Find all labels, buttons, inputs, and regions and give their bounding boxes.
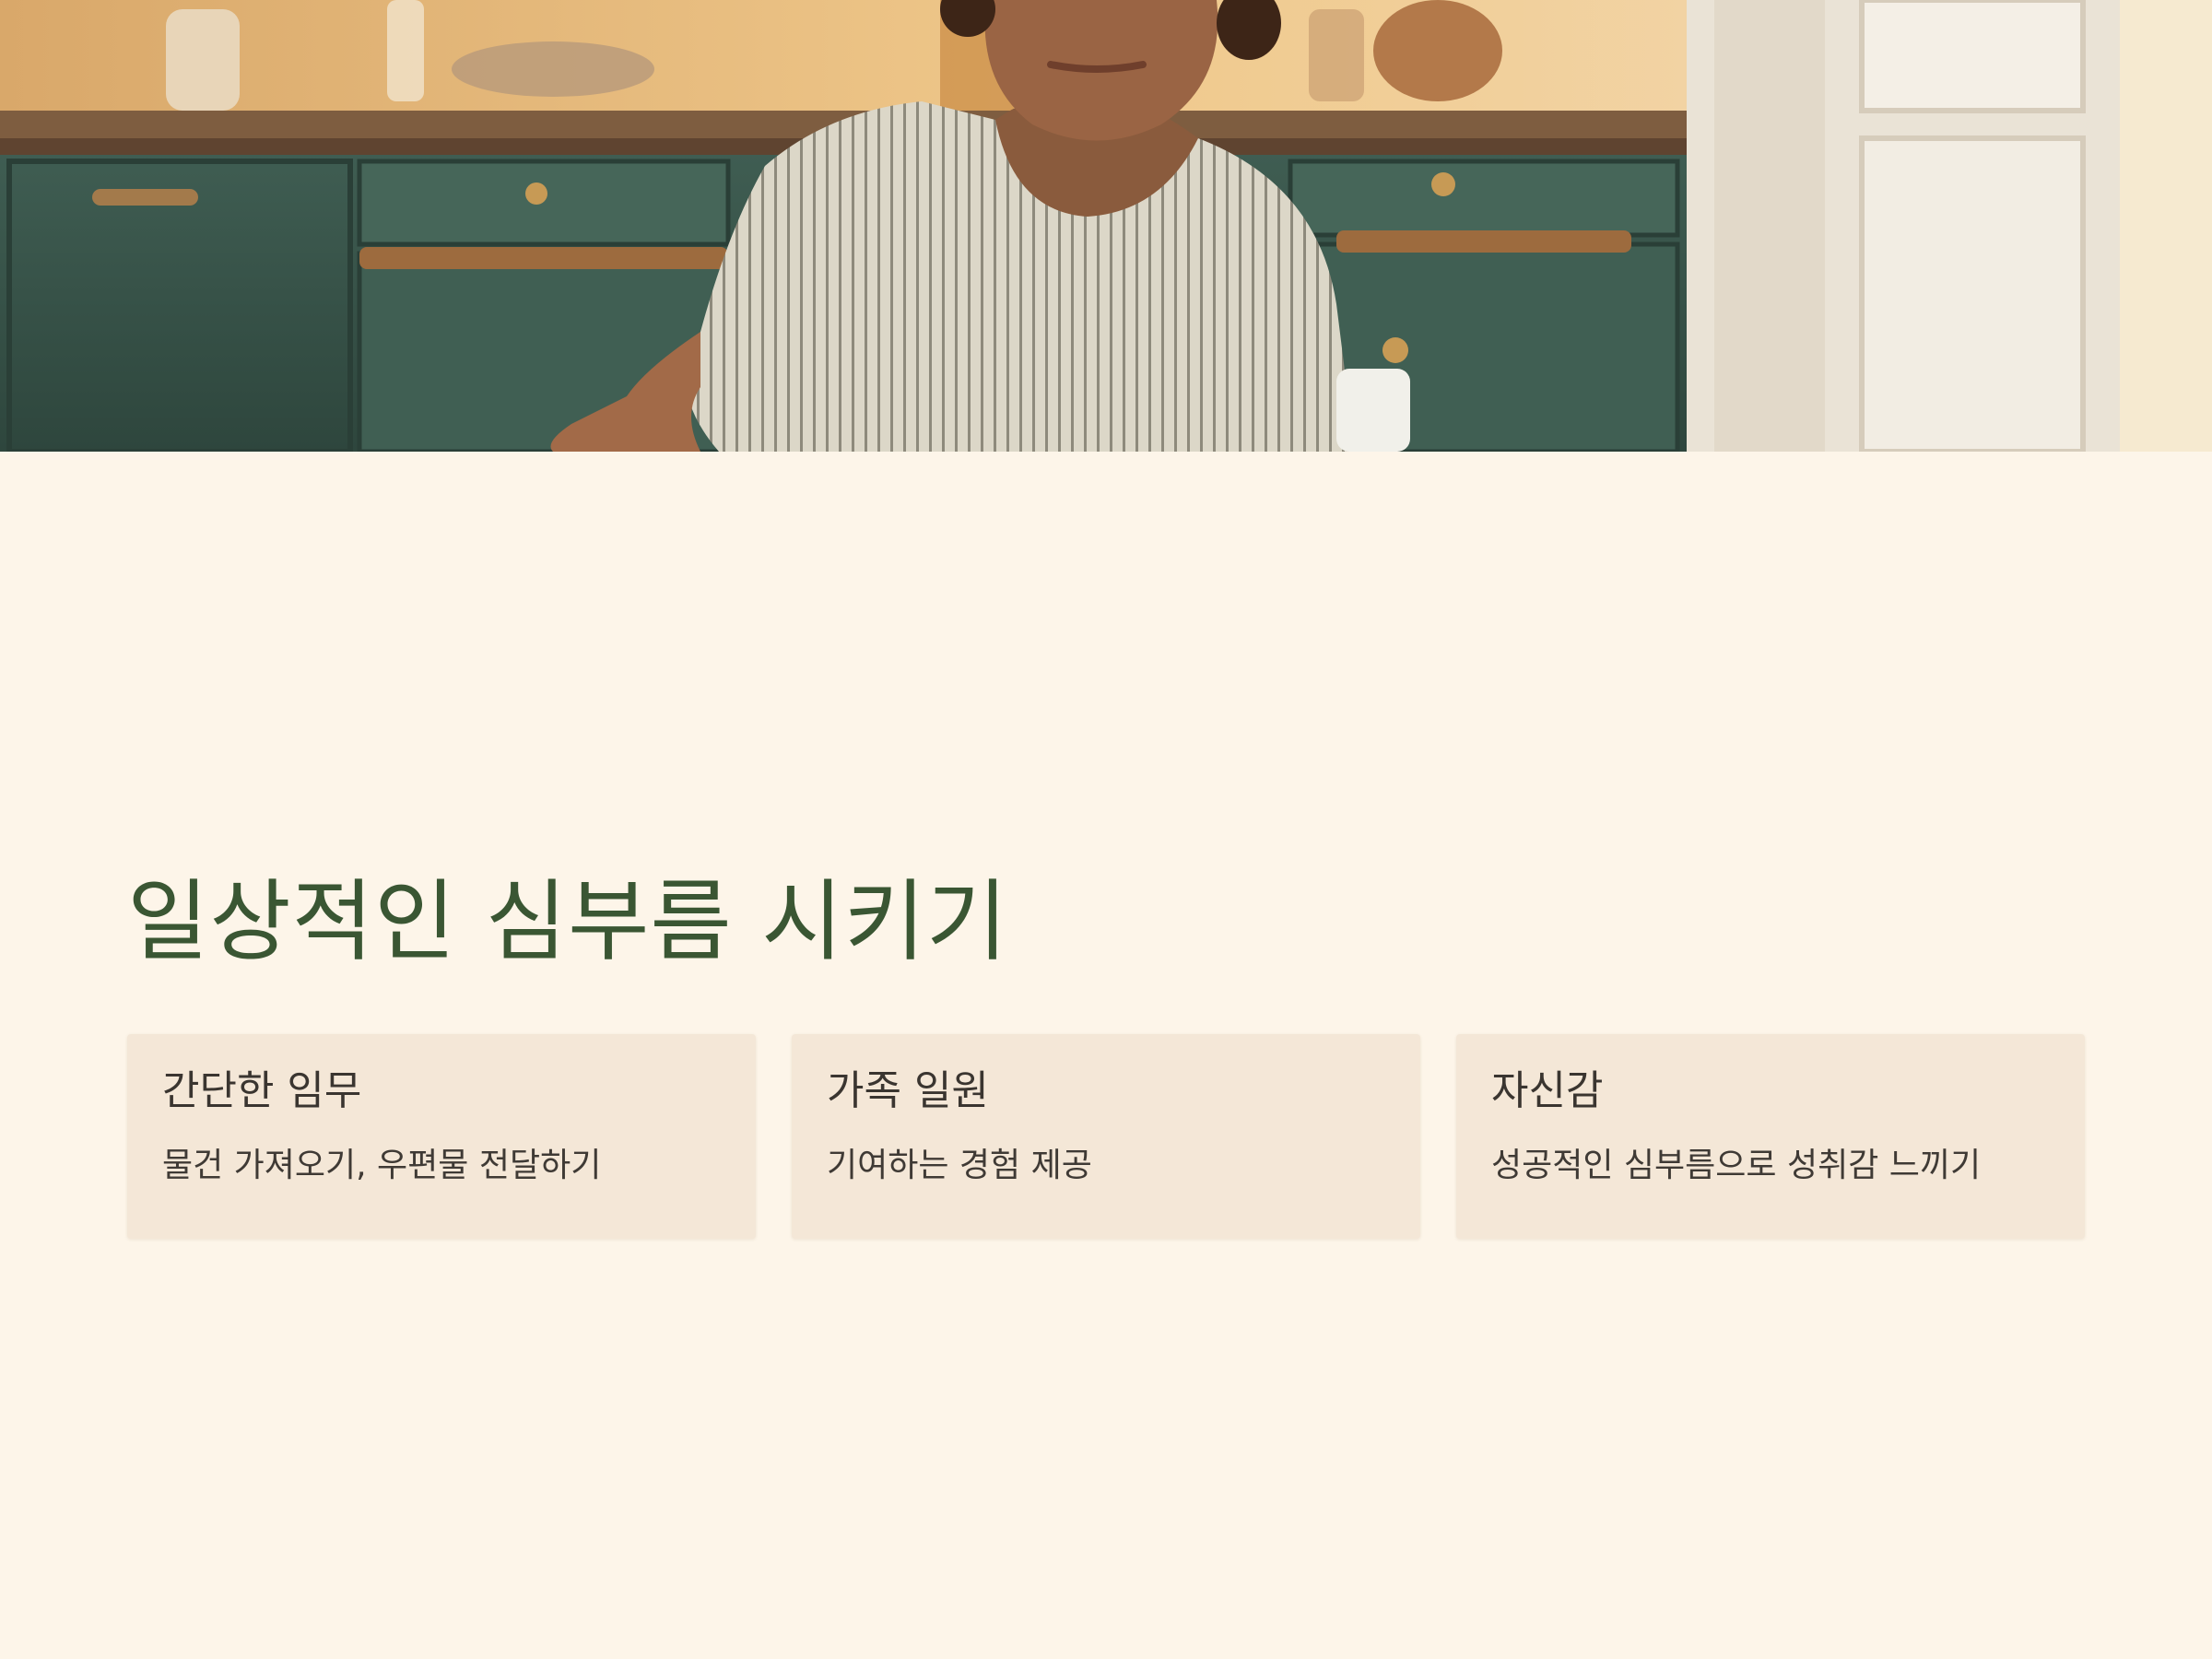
card-description: 물건 가져오기, 우편물 전달하기 [162,1147,602,1184]
card-title: 간단한 임무 [162,1067,362,1114]
card-description: 성공적인 심부름으로 성취감 느끼기 [1491,1147,1982,1184]
page-title: 일상적인 심부름 시키기 [127,870,1009,973]
card-title: 가족 일원 [827,1067,989,1114]
card-title: 자신감 [1491,1067,1604,1114]
card-confidence: 자신감 성공적인 심부름으로 성취감 느끼기 [1456,1034,2085,1239]
card-family-member: 가족 일원 기여하는 경험 제공 [792,1034,1420,1239]
card-list: 간단한 임무 물건 가져오기, 우편물 전달하기 가족 일원 기여하는 경험 제… [127,1034,2085,1239]
hero-photo [0,0,2212,452]
child-doing-chore-photo-icon [0,0,2212,452]
card-simple-task: 간단한 임무 물건 가져오기, 우편물 전달하기 [127,1034,756,1239]
card-description: 기여하는 경험 제공 [827,1147,1092,1184]
